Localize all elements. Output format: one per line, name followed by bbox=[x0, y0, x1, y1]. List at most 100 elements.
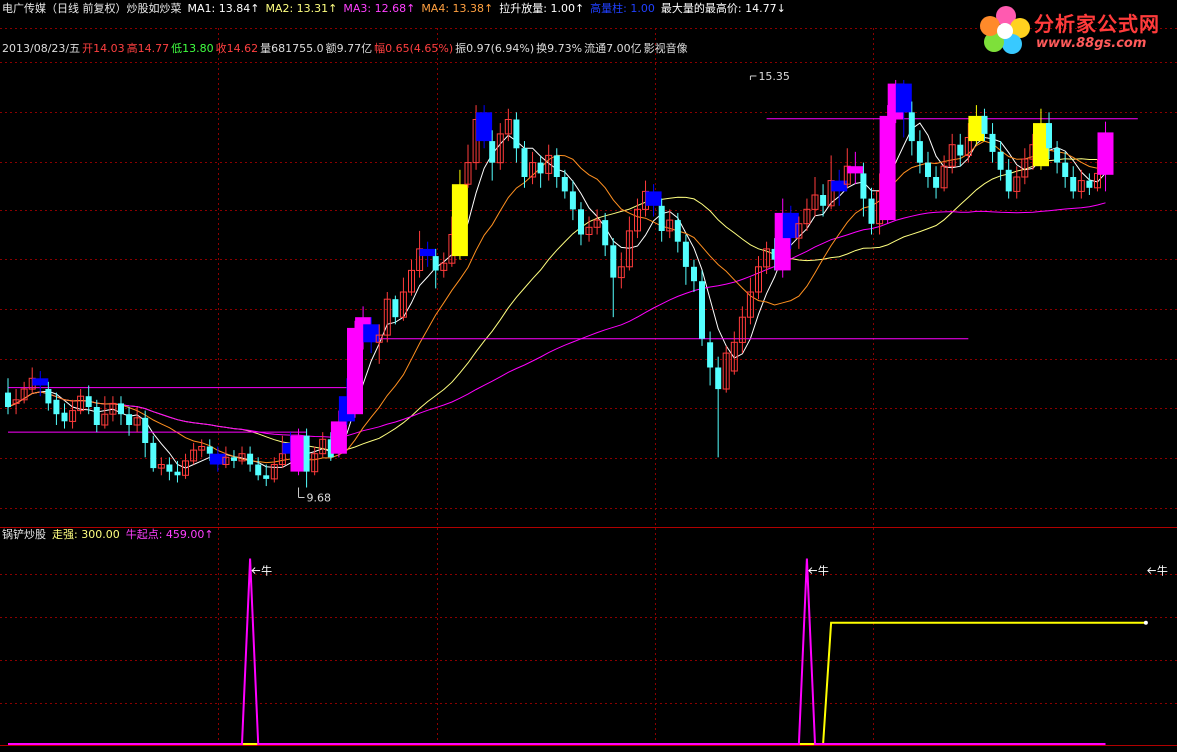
bull-marker-label: 牛 bbox=[818, 564, 829, 578]
candle-body bbox=[513, 119, 520, 149]
candle-body bbox=[997, 151, 1004, 170]
info-low: 低13.80 bbox=[171, 42, 214, 55]
candle-body bbox=[537, 162, 544, 174]
header-ma1: MA1: 13.84↑ bbox=[187, 2, 260, 15]
candle-body bbox=[933, 177, 940, 188]
header-ma4: MA4: 13.38↑ bbox=[421, 2, 494, 15]
candle-body bbox=[263, 475, 270, 479]
price-annotation: 9.68 bbox=[307, 492, 332, 505]
candle-body bbox=[45, 389, 52, 404]
candle-body bbox=[206, 446, 213, 454]
strong-line-end-marker bbox=[1143, 620, 1148, 625]
candle-body bbox=[255, 464, 262, 476]
candle-body bbox=[174, 471, 181, 476]
header-max-high: 最大量的最高价: 14.77↓ bbox=[660, 2, 786, 15]
header-volume-col: 高量柱: 1.00 bbox=[590, 2, 655, 15]
info-amount: 额9.77亿 bbox=[325, 42, 373, 55]
candle-body bbox=[363, 324, 380, 343]
candle-body bbox=[1005, 169, 1012, 192]
info-vol: 量681755.0 bbox=[260, 42, 324, 55]
candle-body bbox=[610, 245, 617, 278]
candle-body bbox=[1054, 148, 1061, 163]
candle-body bbox=[981, 115, 988, 134]
candle-body bbox=[1097, 132, 1114, 175]
candle-body bbox=[247, 453, 254, 465]
candle-body bbox=[392, 299, 399, 318]
bull-marker-label: 牛 bbox=[1157, 564, 1168, 578]
chart-stage[interactable]: 15.35 9.68 牛 牛 牛 bbox=[0, 0, 1177, 748]
indicator-title: 锅铲炒股 bbox=[2, 528, 46, 541]
bull-line bbox=[8, 558, 1106, 745]
candle-body bbox=[699, 281, 705, 339]
candle-body bbox=[691, 266, 697, 282]
logo-url: www.88gs.com bbox=[1036, 36, 1147, 51]
ma2-line bbox=[7, 156, 1106, 451]
candle-body bbox=[489, 141, 496, 163]
candle-body bbox=[476, 112, 493, 142]
chart-header: 电广传媒（日线 前复权）炒股如炒菜 MA1: 13.84↑ MA2: 13.31↑ M… bbox=[2, 2, 792, 16]
flower-logo-icon bbox=[980, 6, 1030, 54]
candle-body bbox=[989, 133, 996, 152]
candle-body bbox=[53, 399, 60, 415]
site-logo: 分析家公式网 www.88gs.com bbox=[978, 2, 1174, 56]
indicator-strong: 走强: 300.00 bbox=[52, 528, 120, 541]
info-amplitude: 振0.97(6.94%) bbox=[455, 42, 535, 55]
candle-body bbox=[231, 457, 237, 461]
candle-body bbox=[820, 195, 827, 206]
bull-marker-label: 牛 bbox=[261, 564, 272, 578]
candle-body bbox=[569, 191, 576, 210]
candle-body bbox=[645, 191, 662, 206]
candle-body bbox=[707, 342, 714, 368]
indicator-bull: 牛起点: 459.00↑ bbox=[125, 528, 214, 541]
candle-body bbox=[715, 367, 722, 390]
info-media: 影视音像 bbox=[643, 42, 688, 55]
candle-body bbox=[330, 421, 347, 454]
candle-body bbox=[578, 209, 584, 235]
info-bar: 2013/08/23/五 开14.03 高14.77 低13.80 收14.62 量681… bbox=[2, 42, 690, 56]
kline-chart[interactable]: 15.35 9.68 牛 牛 牛 bbox=[0, 0, 1177, 748]
candle-body bbox=[868, 198, 875, 224]
candle-body bbox=[303, 435, 310, 472]
candle-body bbox=[419, 248, 436, 257]
candle-body bbox=[1062, 162, 1069, 177]
candle-body bbox=[1070, 177, 1077, 192]
ma4-line bbox=[7, 140, 1106, 464]
info-close: 收14.62 bbox=[215, 42, 259, 55]
candle-body bbox=[925, 162, 931, 177]
candle-body bbox=[553, 155, 560, 177]
candle-body bbox=[347, 327, 363, 415]
candle-body bbox=[957, 144, 964, 156]
candle-body bbox=[142, 417, 149, 443]
info-turnover: 换9.73% bbox=[536, 42, 583, 55]
candle-body bbox=[118, 403, 124, 415]
candle-body bbox=[432, 256, 439, 271]
header-pull: 拉升放量: 1.00↑ bbox=[499, 2, 585, 15]
header-ma3: MA3: 12.68↑ bbox=[343, 2, 416, 15]
candle-body bbox=[126, 414, 133, 425]
candle-body bbox=[561, 177, 568, 192]
candle-body bbox=[209, 453, 226, 465]
info-float: 流通7.00亿 bbox=[584, 42, 642, 55]
candle-body bbox=[150, 442, 157, 469]
candle-body bbox=[895, 83, 912, 113]
header-title: 电广传媒（日线 前复权）炒股如炒菜 bbox=[2, 2, 182, 15]
candle-body bbox=[860, 173, 867, 199]
candle-body bbox=[602, 220, 609, 246]
candle-body bbox=[85, 396, 92, 407]
candle-body bbox=[521, 148, 528, 177]
candle-body bbox=[916, 141, 923, 163]
candle-body bbox=[658, 205, 665, 231]
candle-body bbox=[5, 392, 11, 407]
header-ma2: MA2: 13.31↑ bbox=[265, 2, 338, 15]
info-high: 高14.77 bbox=[126, 42, 170, 55]
candle-body bbox=[1046, 123, 1052, 149]
candle-body bbox=[847, 166, 864, 174]
candle-body bbox=[682, 241, 689, 267]
strong-line bbox=[8, 621, 1146, 745]
candle-body bbox=[61, 412, 68, 422]
candle-body bbox=[879, 115, 896, 221]
candle-body bbox=[674, 220, 681, 242]
candle-body bbox=[93, 407, 100, 425]
ma3-line bbox=[7, 202, 1106, 438]
info-change: 幅0.65(4.65%) bbox=[374, 42, 454, 55]
